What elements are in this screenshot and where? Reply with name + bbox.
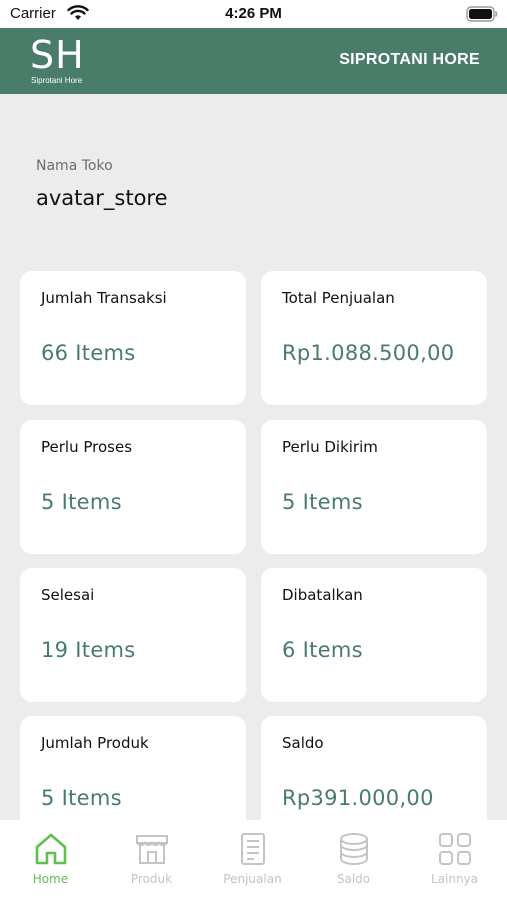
header-title: SIPROTANI HORE (339, 51, 480, 68)
tab-penjualan[interactable]: Penjualan (202, 820, 303, 900)
card-total-penjualan[interactable]: Total Penjualan Rp1.088.500,00 (261, 271, 487, 405)
card-value: 19 Items (41, 638, 136, 662)
card-perlu-proses[interactable]: Perlu Proses 5 Items (20, 420, 246, 554)
store-icon (136, 835, 168, 864)
tab-saldo[interactable]: Saldo (303, 820, 404, 900)
card-value: Rp391.000,00 (282, 786, 434, 810)
card-label: Total Penjualan (282, 289, 395, 307)
store-name: avatar_store (36, 186, 168, 210)
card-selesai[interactable]: Selesai 19 Items (20, 568, 246, 702)
card-value: 66 Items (41, 341, 136, 365)
tab-produk[interactable]: Produk (101, 820, 202, 900)
tab-label: Home (32, 872, 69, 886)
tab-label: Produk (130, 872, 173, 886)
card-label: Saldo (282, 734, 324, 752)
card-dibatalkan[interactable]: Dibatalkan 6 Items (261, 568, 487, 702)
tab-home[interactable]: Home (0, 820, 101, 900)
card-label: Perlu Proses (41, 438, 133, 456)
bottom-tab-bar: Home Produk Penjualan Saldo Lainnya (0, 820, 507, 900)
card-value: 5 Items (41, 786, 122, 810)
card-label: Jumlah Transaksi (41, 289, 167, 307)
grid-icon (439, 833, 471, 865)
tab-label: Saldo (336, 872, 371, 886)
card-label: Perlu Dikirim (282, 438, 378, 456)
tab-label: Lainnya (430, 872, 479, 886)
card-jumlah-transaksi[interactable]: Jumlah Transaksi 66 Items (20, 271, 246, 405)
tab-lainnya[interactable]: Lainnya (404, 820, 505, 900)
card-value: 5 Items (41, 490, 122, 514)
logo-subtitle: Siprotani Hore (31, 76, 83, 85)
receipt-icon (241, 833, 265, 865)
logo-mark: SH (30, 33, 85, 77)
card-label: Selesai (41, 586, 95, 604)
app-logo: SH Siprotani Hore (30, 35, 100, 89)
card-value: 5 Items (282, 490, 363, 514)
card-value: 6 Items (282, 638, 363, 662)
home-icon (35, 833, 67, 865)
card-label: Dibatalkan (282, 586, 363, 604)
app-header: SH Siprotani Hore SIPROTANI HORE (0, 28, 507, 94)
card-perlu-dikirim[interactable]: Perlu Dikirim 5 Items (261, 420, 487, 554)
battery-icon (466, 6, 498, 22)
tab-label: Penjualan (223, 872, 282, 886)
status-bar: Carrier 4:26 PM (0, 0, 507, 28)
card-label: Jumlah Produk (41, 734, 149, 752)
card-value: Rp1.088.500,00 (282, 341, 455, 365)
coins-icon (340, 833, 368, 865)
status-time: 4:26 PM (225, 5, 282, 22)
store-name-label: Nama Toko (36, 158, 113, 174)
